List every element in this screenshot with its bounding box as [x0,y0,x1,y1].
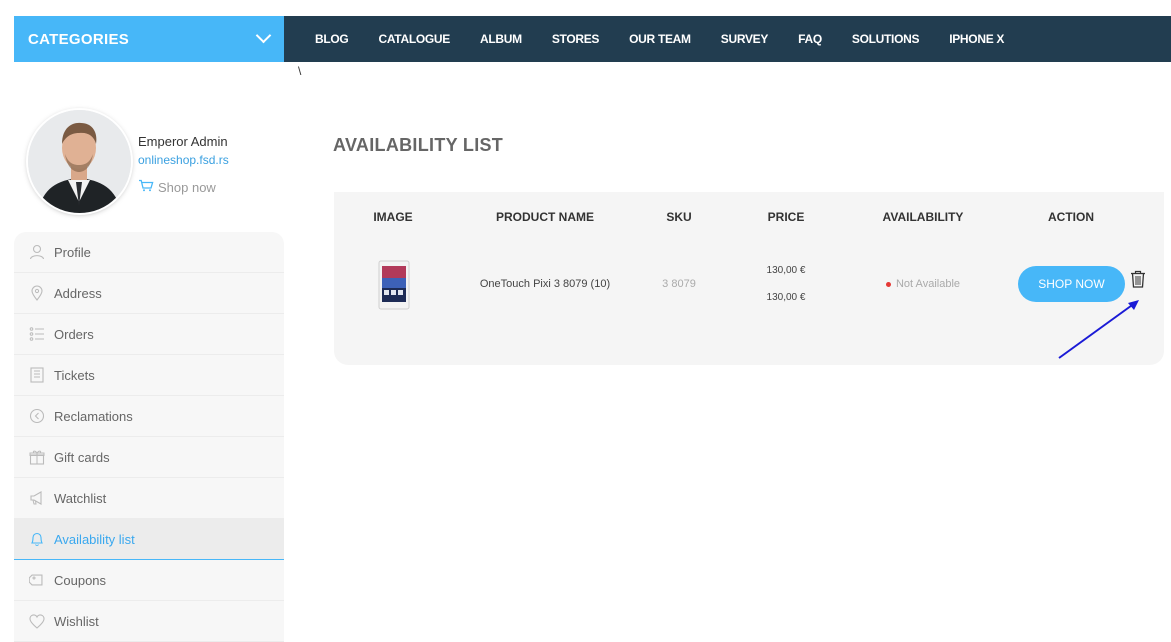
sidebar-item-label: Watchlist [54,490,107,506]
nav-iphone-x[interactable]: IPHONE X [949,32,1004,46]
sidebar-item-coupons[interactable]: Coupons [14,560,284,601]
sidebar-item-orders[interactable]: Orders [14,314,284,355]
product-sku: 3 8079 [662,278,696,290]
product-image[interactable] [376,259,412,311]
sidebar-item-tickets[interactable]: Tickets [14,355,284,396]
shop-now-link[interactable]: Shop now [138,179,216,195]
product-price: 130,00 € [766,292,806,303]
trash-icon[interactable] [1130,270,1146,288]
nav-our-team[interactable]: OUR TEAM [629,32,691,46]
cart-icon [138,179,154,195]
nav-survey[interactable]: SURVEY [721,32,769,46]
sidebar-item-gift-cards[interactable]: Gift cards [14,437,284,478]
sidebar-item-label: Gift cards [54,449,110,465]
sidebar-item-label: Reclamations [54,408,133,424]
shop-now-label: Shop now [158,179,216,195]
ticket-icon [28,367,46,383]
megaphone-icon [28,490,46,506]
heart-icon [28,613,46,629]
gift-icon [28,449,46,465]
column-header-price: PRICE [767,210,805,224]
categories-dropdown[interactable]: CATEGORIES [14,16,284,62]
column-header-image: IMAGE [373,210,413,224]
sidebar-item-label: Availability list [54,531,135,547]
nav-solutions[interactable]: SOLUTIONS [852,32,920,46]
sidebar-item-label: Tickets [54,367,95,383]
column-header-action: ACTION [1048,210,1094,224]
status-dot-icon [885,281,891,287]
list-icon [28,326,46,342]
availability-status: Not Available [885,278,961,290]
sidebar-item-wishlist[interactable]: Wishlist [14,601,284,642]
availability-table: IMAGE PRODUCT NAME SKU PRICE AVAILABILIT… [334,192,1164,365]
availability-label: Not Available [895,278,961,290]
sidebar-item-reclamations[interactable]: Reclamations [14,396,284,437]
nav-stores[interactable]: STORES [552,32,600,46]
column-header-product-name: PRODUCT NAME [496,210,594,224]
nav-faq[interactable]: FAQ [798,32,822,46]
location-pin-icon [28,285,46,301]
sidebar-item-label: Orders [54,326,94,342]
categories-label: CATEGORIES [28,30,130,48]
sidebar-item-availability-list[interactable]: Availability list [14,519,284,560]
shop-now-button[interactable]: SHOP NOW [1018,266,1125,302]
breadcrumb: \ [298,64,302,78]
sidebar-item-label: Wishlist [54,613,99,629]
sidebar-item-profile[interactable]: Profile [14,232,284,273]
nav-blog[interactable]: BLOG [315,32,349,46]
nav-catalogue[interactable]: CATALOGUE [378,32,450,46]
avatar [28,110,131,213]
user-icon [28,244,46,260]
user-site-link[interactable]: onlineshop.fsd.rs [138,153,229,167]
product-price-old: 130,00 € [766,265,806,276]
account-sidebar: Profile Address Orders Tickets Reclamati… [14,232,284,642]
column-header-availability: AVAILABILITY [882,210,964,224]
tag-icon [28,572,46,588]
sidebar-item-label: Address [54,285,102,301]
sidebar-item-label: Coupons [54,572,107,588]
chevron-down-icon [256,32,270,46]
bell-icon [28,531,46,547]
product-name[interactable]: OneTouch Pixi 3 8079 (10) [480,278,610,290]
page-title: AVAILABILITY LIST [333,135,504,155]
column-header-sku: SKU [666,210,692,224]
sidebar-item-label: Profile [54,244,91,260]
return-icon [28,408,46,424]
sidebar-item-watchlist[interactable]: Watchlist [14,478,284,519]
top-bar: CATEGORIES BLOG CATALOGUE ALBUM STORES O… [0,16,1171,62]
user-name: Emperor Admin [138,134,228,149]
main-nav: BLOG CATALOGUE ALBUM STORES OUR TEAM SUR… [284,16,1171,62]
sidebar-item-address[interactable]: Address [14,273,284,314]
nav-album[interactable]: ALBUM [480,32,522,46]
